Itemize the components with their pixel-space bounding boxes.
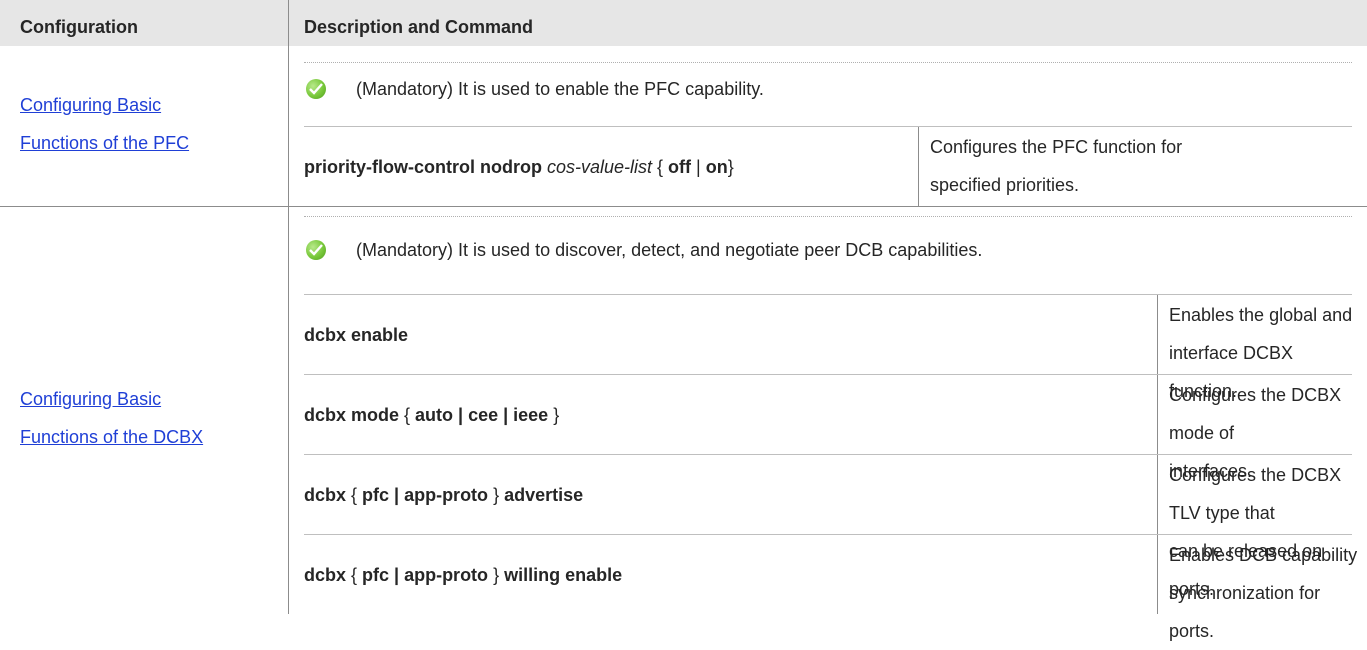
description-pfc: Configures the PFC function for specifie… — [930, 137, 1183, 195]
row-rule — [304, 454, 1352, 455]
link-line-2: Functions of the PFC — [20, 133, 190, 153]
table-header — [0, 0, 1367, 46]
row-rule — [304, 534, 1352, 535]
command-dcbx-enable: dcbx enable — [304, 325, 409, 345]
row-rule — [304, 374, 1352, 375]
command-dcbx-advertise: dcbx { pfc | app-proto } advertise — [304, 485, 584, 505]
header-configuration: Configuration — [20, 17, 138, 37]
note-top-rule — [304, 62, 1352, 63]
note-top-rule — [304, 216, 1352, 217]
mandatory-note-pfc: (Mandatory) It is used to enable the PFC… — [356, 79, 764, 99]
command-priority-flow-control: priority-flow-control nodrop cos-value-l… — [304, 157, 734, 177]
link-line-1: Configuring Basic — [20, 389, 162, 409]
row-divider-pfc — [918, 126, 919, 206]
header-description: Description and Command — [304, 17, 534, 37]
link-line-1: Configuring Basic — [20, 95, 162, 115]
section-divider — [0, 206, 1367, 207]
note-bottom-rule — [304, 126, 1352, 127]
command-dcbx-mode: dcbx mode { auto | cee | ieee } — [304, 405, 560, 425]
link-configuring-pfc[interactable]: Configuring Basic Functions of the PFC — [20, 86, 189, 162]
note-bottom-rule — [304, 294, 1352, 295]
link-line-2: Functions of the DCBX — [20, 427, 204, 447]
description-dcbx-willing-enable: Enables DCB capability synchronization f… — [1169, 545, 1358, 641]
check-circle-icon — [306, 240, 326, 260]
column-divider — [288, 0, 289, 614]
link-configuring-dcbx[interactable]: Configuring Basic Functions of the DCBX — [20, 380, 203, 456]
mandatory-note-dcbx: (Mandatory) It is used to discover, dete… — [356, 240, 983, 260]
command-dcbx-willing-enable: dcbx { pfc | app-proto } willing enable — [304, 565, 623, 585]
check-circle-icon — [306, 79, 326, 99]
